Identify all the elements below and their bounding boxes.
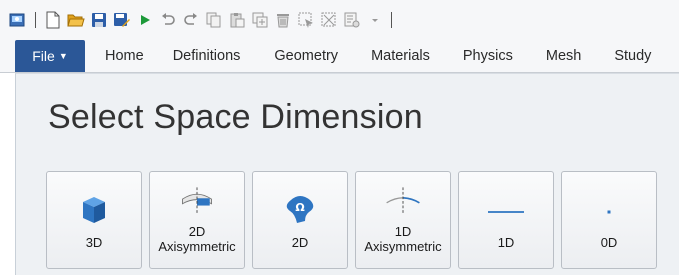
save-as-icon[interactable] bbox=[111, 9, 133, 31]
new-icon[interactable] bbox=[42, 9, 64, 31]
options-icon[interactable] bbox=[341, 9, 363, 31]
cube-icon bbox=[74, 192, 114, 228]
dimension-label: 1D Axisymmetric bbox=[356, 224, 450, 254]
paste-icon[interactable] bbox=[226, 9, 248, 31]
tab-label: Physics bbox=[462, 48, 513, 64]
dimension-label-line2: Axisymmetric bbox=[364, 239, 442, 254]
tab-label: Mesh bbox=[545, 48, 582, 64]
page-title: Select Space Dimension bbox=[48, 98, 423, 136]
dimension-label: 3D bbox=[85, 235, 103, 250]
dimension-label-line1: 1D bbox=[394, 224, 412, 239]
tab-home[interactable]: Home bbox=[105, 40, 144, 72]
open-icon[interactable] bbox=[65, 9, 87, 31]
app-icon[interactable] bbox=[6, 9, 28, 31]
dimension-2d-button[interactable]: Ω 2D bbox=[252, 171, 348, 269]
customize-dropdown-icon[interactable] bbox=[364, 9, 386, 31]
deselect-icon[interactable] bbox=[318, 9, 340, 31]
tab-label: Geometry bbox=[274, 48, 339, 64]
tab-definitions[interactable]: Definitions bbox=[173, 40, 241, 72]
save-icon[interactable] bbox=[88, 9, 110, 31]
redo-icon[interactable] bbox=[180, 9, 202, 31]
undo-icon[interactable] bbox=[157, 9, 179, 31]
run-icon[interactable] bbox=[134, 9, 156, 31]
axisymmetric-1d-icon bbox=[383, 186, 423, 216]
tab-physics[interactable]: Physics bbox=[463, 40, 513, 72]
dimension-label: 2D bbox=[291, 235, 309, 250]
tab-label: Materials bbox=[371, 48, 430, 64]
dimension-label: 2D Axisymmetric bbox=[150, 224, 244, 254]
dimension-1d-axisymmetric-button[interactable]: 1D Axisymmetric bbox=[355, 171, 451, 269]
copy-icon[interactable] bbox=[203, 9, 225, 31]
dimension-label: 1D bbox=[497, 235, 515, 250]
ribbon-tab-bar: File ▼ Home Definitions Geometry Materia… bbox=[0, 40, 679, 73]
tab-materials[interactable]: Materials bbox=[371, 40, 430, 72]
line-icon bbox=[486, 192, 526, 228]
tab-label: Home bbox=[105, 48, 144, 64]
dimension-1d-button[interactable]: 1D bbox=[458, 171, 554, 269]
tab-mesh[interactable]: Mesh bbox=[546, 40, 581, 72]
model-wizard-panel: Select Space Dimension 3D 2D Axisymmetri… bbox=[15, 73, 679, 275]
duplicate-icon[interactable] bbox=[249, 9, 271, 31]
dimension-2d-axisymmetric-button[interactable]: 2D Axisymmetric bbox=[149, 171, 245, 269]
delete-icon[interactable] bbox=[272, 9, 294, 31]
omega-domain-icon: Ω bbox=[280, 192, 320, 228]
select-icon[interactable] bbox=[295, 9, 317, 31]
dimension-label-line2: Axisymmetric bbox=[158, 239, 236, 254]
point-icon bbox=[589, 192, 629, 228]
space-dimension-buttons: 3D 2D Axisymmetric Ω 2D 1D Axisymmetric … bbox=[46, 171, 664, 269]
chevron-down-icon: ▼ bbox=[58, 51, 68, 61]
file-menu-label: File bbox=[32, 48, 55, 64]
toolbar-end-divider bbox=[391, 12, 392, 28]
quick-access-toolbar bbox=[0, 0, 679, 40]
dimension-3d-button[interactable]: 3D bbox=[46, 171, 142, 269]
tab-label: Definitions bbox=[172, 48, 241, 64]
dimension-label-line1: 2D bbox=[188, 224, 206, 239]
dimension-label: 0D bbox=[600, 235, 618, 250]
tab-geometry[interactable]: Geometry bbox=[274, 40, 338, 72]
tab-study[interactable]: Study bbox=[614, 40, 651, 72]
tab-label: Study bbox=[614, 48, 652, 64]
svg-text:Ω: Ω bbox=[295, 201, 305, 214]
toolbar-divider bbox=[35, 12, 36, 28]
axisymmetric-2d-icon bbox=[177, 186, 217, 216]
dimension-0d-button[interactable]: 0D bbox=[561, 171, 657, 269]
file-menu-button[interactable]: File ▼ bbox=[15, 40, 85, 72]
